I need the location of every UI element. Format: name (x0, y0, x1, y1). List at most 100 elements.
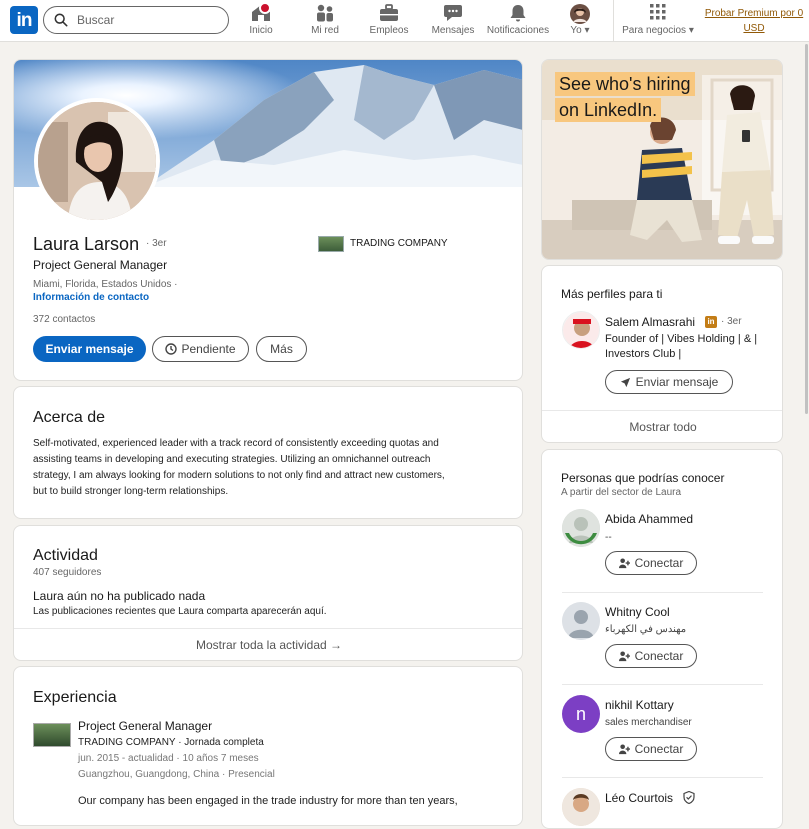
nav-separator (613, 0, 614, 42)
person-headline: Founder of | Vibes Holding | & | Investo… (605, 332, 757, 362)
person-name[interactable]: Whitny Cool (605, 605, 670, 619)
show-all-link[interactable]: Mostrar todo (542, 420, 782, 434)
chevron-down-icon: ▾ (686, 25, 694, 36)
profile-headline: Project General Manager (33, 258, 168, 272)
linkedin-logo[interactable]: in (10, 6, 38, 34)
profile-location: Miami, Florida, Estados Unidos · (33, 279, 178, 290)
me-avatar (563, 4, 597, 24)
person-headline: -- (605, 532, 612, 543)
show-all-activity-link[interactable]: Mostrar toda la actividad → (14, 638, 522, 652)
nav-my-network-label: Mi red (311, 25, 339, 36)
nav-me[interactable]: Yo ▾ (563, 4, 597, 36)
nikhil-avatar[interactable]: n (562, 695, 600, 733)
activity-empty-title: Laura aún no ha publicado nada (33, 589, 206, 603)
briefcase-icon (368, 4, 410, 24)
scrollbar-thumb[interactable] (805, 44, 808, 414)
send-message-button[interactable]: Enviar mensaje (33, 336, 146, 362)
company-logo[interactable] (33, 723, 71, 747)
send-message-label: Enviar mensaje (635, 375, 719, 389)
person-name[interactable]: nikhil Kottary (605, 698, 674, 712)
search-icon (54, 13, 68, 27)
contact-info-link[interactable]: Información de contacto (33, 292, 149, 303)
more-profiles-card: Más perfiles para ti Salem Almasrahi in … (541, 265, 783, 443)
nav-home[interactable]: Inicio (245, 2, 277, 36)
pending-button[interactable]: Pendiente (152, 336, 249, 362)
experience-title: Experiencia (33, 689, 117, 706)
experience-section: Experiencia Project General Manager TRAD… (13, 666, 523, 826)
connection-degree: · 3er (721, 316, 742, 327)
verified-shield-icon (683, 791, 695, 804)
nav-messaging-label: Mensajes (431, 25, 475, 36)
experience-company: TRADING COMPANY · Jornada completa (78, 737, 264, 748)
top-navigation-bar: in Inicio Mi red Empleos Mensajes Notifi… (0, 0, 809, 42)
person-name[interactable]: Salem Almasrahi (605, 315, 695, 329)
send-icon (620, 377, 630, 387)
pymk-title: Personas que podrías conocer (561, 471, 725, 485)
connect-button[interactable]: Conectar (605, 551, 697, 575)
premium-badge-icon: in (705, 316, 717, 328)
nav-me-label: Yo (570, 25, 582, 36)
divider (562, 684, 763, 685)
person-headline-line: Investors Club | (605, 348, 682, 360)
add-person-icon (618, 743, 630, 754)
about-section: Acerca de Self-motivated, experienced le… (13, 386, 523, 519)
about-line: Self-motivated, experienced leader with … (33, 438, 439, 449)
person-headline: مهندس في الكهرباء (605, 624, 687, 635)
add-person-icon (618, 650, 630, 661)
connect-button[interactable]: Conectar (605, 737, 697, 761)
profile-name: Laura Larson (33, 234, 140, 254)
profile-photo[interactable] (34, 98, 160, 224)
person-headline-line: Founder of | Vibes Holding | & | (605, 333, 758, 345)
divider (562, 592, 763, 593)
about-text: Self-motivated, experienced leader with … (33, 436, 445, 500)
chat-icon (431, 4, 475, 24)
try-premium-link[interactable]: Probar Premium por 0 USD (704, 6, 804, 36)
search-box[interactable] (43, 6, 229, 34)
experience-location: Guangzhou, Guangdong, China · Presencial (78, 769, 275, 780)
about-line: assisting teams in developing and execut… (33, 454, 431, 465)
grid-apps-icon (620, 4, 696, 24)
experience-role: Project General Manager (78, 719, 213, 733)
send-message-button[interactable]: Enviar mensaje (605, 370, 733, 394)
profile-top-card: Laura Larson · 3er Project General Manag… (13, 59, 523, 381)
whitny-avatar[interactable] (562, 602, 600, 640)
leo-avatar[interactable] (562, 788, 600, 826)
nav-messaging[interactable]: Mensajes (431, 4, 475, 36)
nav-jobs[interactable]: Empleos (368, 4, 410, 36)
person-headline: sales merchandiser (605, 717, 692, 728)
activity-title: Actividad (33, 547, 98, 564)
company-name: TRADING COMPANY (350, 238, 448, 249)
nav-jobs-label: Empleos (369, 25, 409, 36)
about-line: but to build stronger long-term relation… (33, 486, 229, 497)
connect-label: Conectar (634, 649, 684, 663)
people-you-may-know-card: Personas que podrías conocer A partir de… (541, 449, 783, 829)
experience-dates: jun. 2015 - actualidad · 10 años 7 meses (78, 753, 259, 764)
chevron-down-icon: ▾ (581, 25, 590, 36)
nav-for-business-label: Para negocios (622, 25, 687, 36)
ad-headline-2: on LinkedIn. (555, 98, 662, 122)
followers-count: 407 seguidores (33, 567, 102, 578)
nav-home-label: Inicio (249, 25, 273, 36)
connect-label: Conectar (634, 556, 684, 570)
connections-count[interactable]: 372 contactos (33, 314, 95, 325)
salem-avatar[interactable] (562, 311, 600, 349)
person-name[interactable]: Abida Ahammed (605, 512, 693, 526)
activity-empty-subtitle: Las publicaciones recientes que Laura co… (33, 606, 327, 617)
hiring-ad[interactable]: See who's hiring on LinkedIn. (541, 59, 783, 260)
person-name[interactable]: Léo Courtois (605, 791, 673, 805)
notification-badge (259, 2, 271, 14)
home-icon (245, 2, 277, 24)
abida-avatar[interactable] (562, 509, 600, 547)
divider (14, 628, 522, 629)
connect-button[interactable]: Conectar (605, 644, 697, 668)
nav-my-network[interactable]: Mi red (306, 4, 344, 36)
more-button[interactable]: Más (256, 336, 307, 362)
nav-notifications-label: Notificaciones (486, 25, 550, 36)
nav-for-business[interactable]: Para negocios ▾ (620, 4, 696, 36)
search-input[interactable] (77, 11, 217, 29)
connect-label: Conectar (634, 742, 684, 756)
nav-notifications[interactable]: Notificaciones (485, 4, 551, 36)
about-title: Acerca de (33, 409, 106, 426)
about-line: strategy, I am always looking for modern… (33, 470, 445, 481)
ad-headline-1: See who's hiring (555, 72, 695, 96)
